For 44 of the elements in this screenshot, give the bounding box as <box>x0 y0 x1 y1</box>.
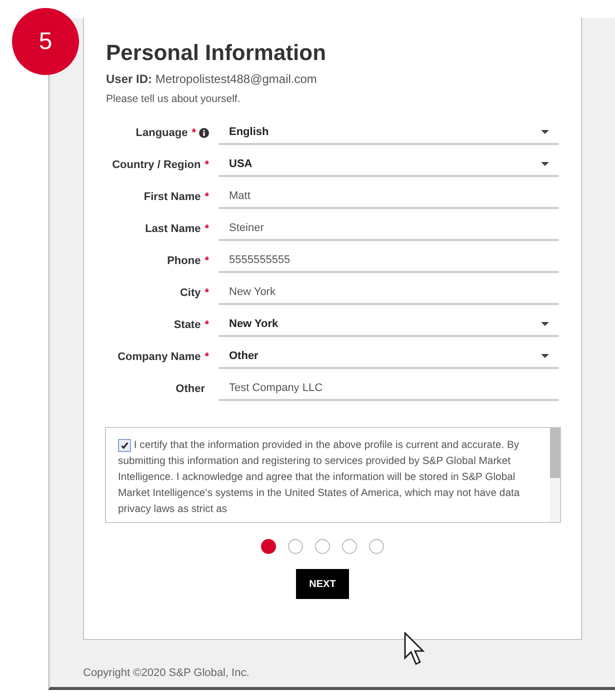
input-field[interactable]: 5555555555 <box>219 249 559 273</box>
step-dot[interactable] <box>342 539 357 554</box>
field-label: City <box>180 287 201 299</box>
step-dot[interactable] <box>315 539 330 554</box>
input-field[interactable]: Steiner <box>219 217 559 241</box>
required-mark: * <box>192 127 196 139</box>
field-label: Language <box>136 127 188 139</box>
dropdown-field[interactable]: USA <box>219 153 559 177</box>
field-label: First Name <box>144 191 201 203</box>
intro-text: Please tell us about yourself. <box>106 93 242 105</box>
step-dot[interactable] <box>369 539 384 554</box>
field-label: Country / Region <box>112 159 201 171</box>
caret-icon <box>541 354 549 358</box>
step-dot[interactable] <box>261 539 276 554</box>
caret-icon <box>541 322 549 326</box>
caret-icon <box>541 130 549 134</box>
checkbox[interactable] <box>118 439 131 452</box>
input-field[interactable]: New York <box>219 281 559 305</box>
dropdown-field[interactable]: English <box>219 121 559 145</box>
field-label: Other <box>176 383 205 395</box>
form-title: Personal Information <box>106 40 328 66</box>
required-mark: * <box>204 191 209 203</box>
field-label: State <box>174 319 201 331</box>
dropdown-field[interactable]: Other <box>219 345 559 369</box>
step-dot[interactable] <box>288 539 303 554</box>
copyright-text: Copyright ©2020 S&P Global, Inc. <box>83 667 250 679</box>
scrollbar[interactable] <box>550 428 560 522</box>
step-badge: 5 <box>12 8 79 75</box>
dropdown-field[interactable]: New York <box>219 313 559 337</box>
field-label: Company Name <box>118 351 201 363</box>
required-mark: * <box>204 287 209 299</box>
input-field[interactable]: Matt <box>219 185 559 209</box>
required-mark: * <box>204 351 209 363</box>
field-label: Phone <box>167 255 201 267</box>
info-icon[interactable] <box>199 128 209 138</box>
user-id: User ID: Metropolistest488@gmail.com <box>106 72 318 86</box>
required-mark: * <box>204 223 209 235</box>
field-label: Last Name <box>145 223 201 235</box>
next-button[interactable]: NEXT <box>296 569 349 599</box>
required-mark: * <box>204 255 209 267</box>
input-field[interactable]: Test Company LLC <box>219 377 559 401</box>
caret-icon <box>541 162 549 166</box>
required-mark: * <box>204 159 209 171</box>
required-mark: * <box>204 319 209 331</box>
